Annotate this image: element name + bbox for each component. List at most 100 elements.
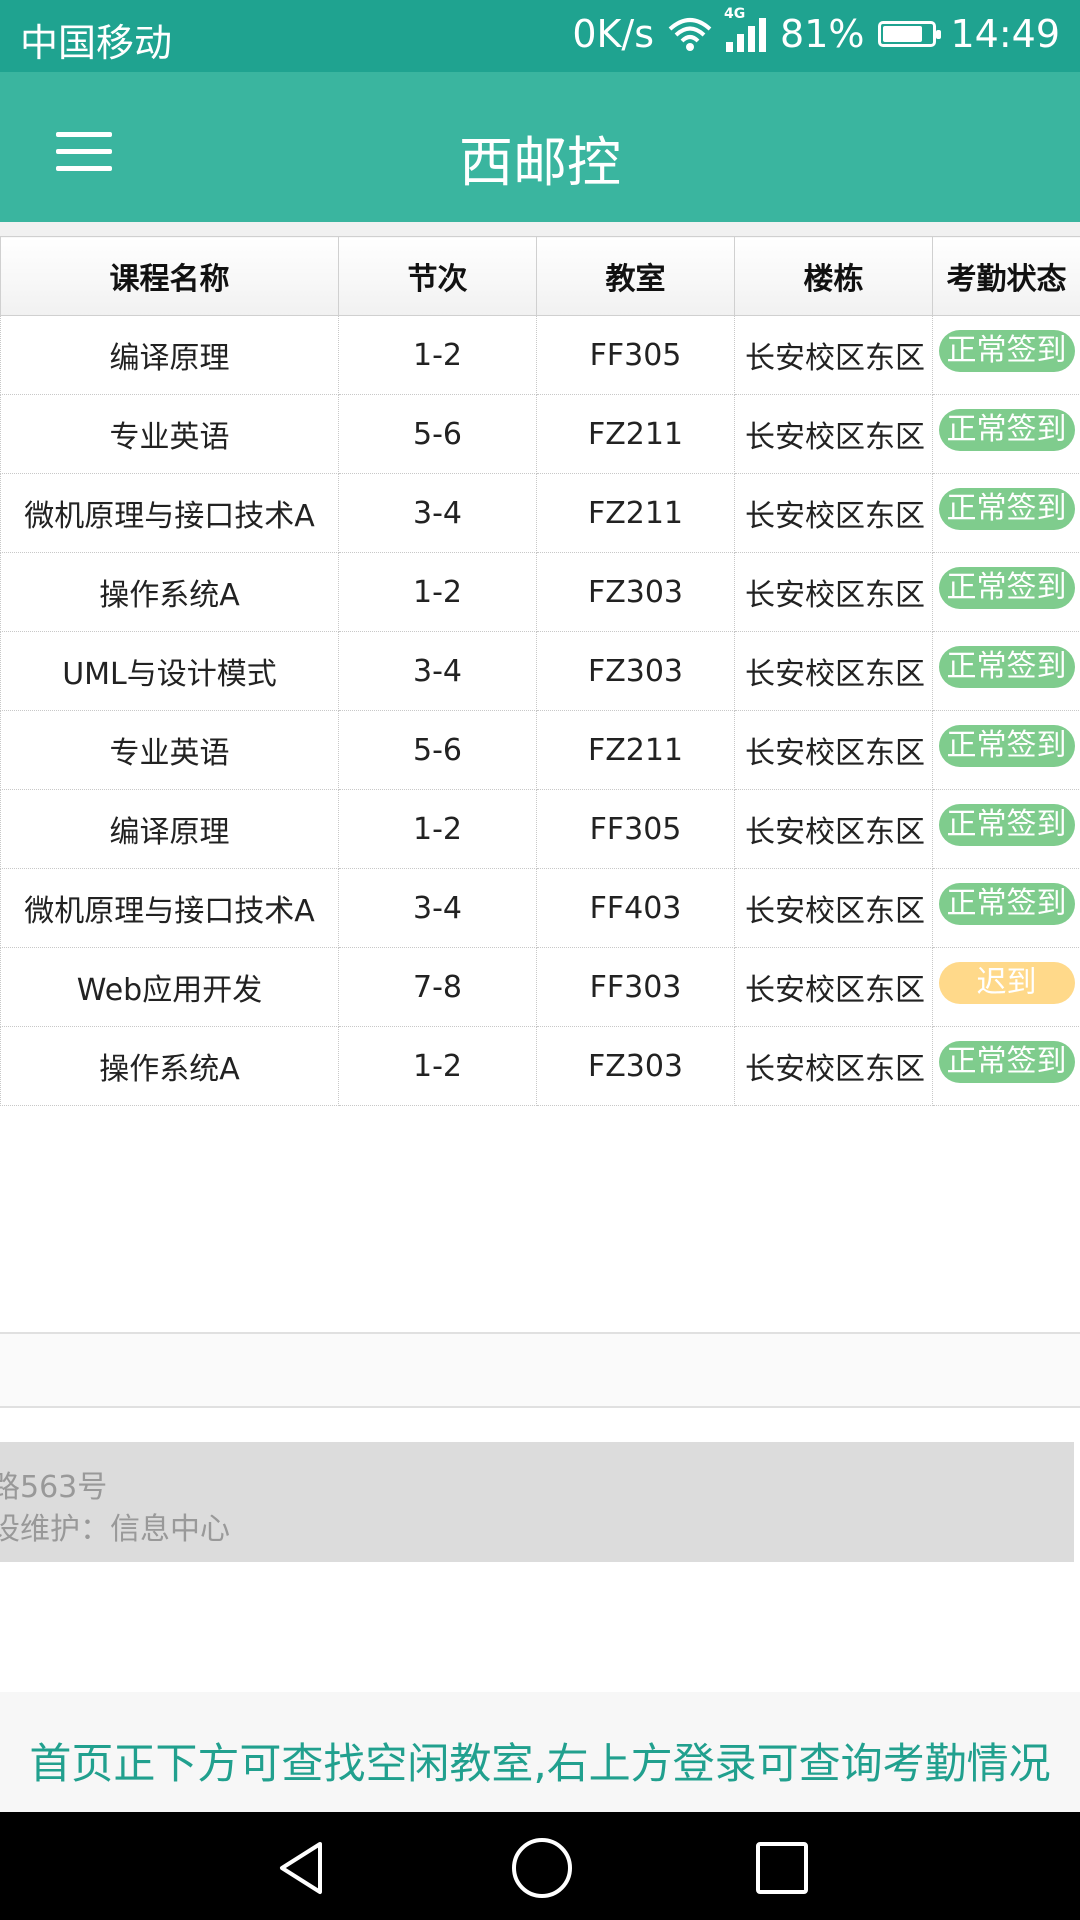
header-status: 考勤状态: [932, 236, 1080, 316]
battery-icon: [878, 21, 942, 47]
divider: [0, 222, 1080, 236]
cell-course: 专业英语: [0, 394, 339, 474]
cell-course: 编译原理: [0, 789, 339, 869]
attendance-table: 课程名称 节次 教室 楼栋 考勤状态 编译原理 1-2 FF305 长安校区东区 正常签…: [0, 236, 1080, 1106]
table-row[interactable]: 微机原理与接口技术A 3-4 FF403 长安校区东区 正常签到: [0, 868, 1080, 948]
cell-course: UML与设计模式: [0, 631, 339, 711]
status-badge: 正常签到: [938, 883, 1075, 925]
cell-course: 微机原理与接口技术A: [0, 868, 339, 948]
cell-course: 编译原理: [0, 315, 339, 395]
tip-text: 首页正下方可查找空闲教室,右上方登录可查询考勤情况: [29, 1739, 1051, 1788]
status-badge: 正常签到: [938, 409, 1075, 451]
table-header-row: 课程名称 节次 教室 楼栋 考勤状态: [0, 236, 1080, 316]
header-period: 节次: [338, 236, 537, 316]
cell-status: 正常签到: [932, 789, 1080, 869]
table-row[interactable]: 微机原理与接口技术A 3-4 FZ211 长安校区东区 正常签到: [0, 473, 1080, 553]
cell-room: FF303: [536, 947, 735, 1027]
carrier-name: 中国移动: [20, 21, 173, 65]
cell-building: 长安校区东区: [734, 315, 933, 395]
page-title: 西邮控: [459, 131, 621, 194]
network-type: 4G: [724, 6, 746, 22]
table-row[interactable]: 操作系统A 1-2 FZ303 长安校区东区 正常签到: [0, 1026, 1080, 1106]
cell-period: 5-6: [338, 710, 537, 790]
cell-period: 3-4: [338, 473, 537, 553]
cell-course: 微机原理与接口技术A: [0, 473, 339, 553]
status-badge: 正常签到: [938, 646, 1075, 688]
header-room: 教室: [536, 236, 735, 316]
cell-building: 长安校区东区: [734, 552, 933, 632]
cell-course: 专业英语: [0, 710, 339, 790]
status-badge: 正常签到: [938, 488, 1075, 530]
clock: 14:49: [950, 12, 1060, 56]
cell-building: 长安校区东区: [734, 394, 933, 474]
cell-status: 迟到: [932, 947, 1080, 1027]
cell-status: 正常签到: [932, 868, 1080, 948]
cell-building: 长安校区东区: [734, 473, 933, 553]
cell-building: 长安校区东区: [734, 789, 933, 869]
cell-period: 1-2: [338, 552, 537, 632]
cell-room: FF305: [536, 789, 735, 869]
status-badge: 正常签到: [938, 725, 1075, 767]
cell-status: 正常签到: [932, 710, 1080, 790]
header-course: 课程名称: [0, 236, 339, 316]
status-icons: 0K/s 4G 81% 14:49: [572, 6, 1060, 56]
table-row[interactable]: 操作系统A 1-2 FZ303 长安校区东区 正常签到: [0, 552, 1080, 632]
cell-period: 1-2: [338, 1026, 537, 1106]
cell-status: 正常签到: [932, 473, 1080, 553]
cell-status: 正常签到: [932, 394, 1080, 474]
back-icon[interactable]: [276, 1840, 326, 1896]
cell-period: 7-8: [338, 947, 537, 1027]
table-row[interactable]: UML与设计模式 3-4 FZ303 长安校区东区 正常签到: [0, 631, 1080, 711]
status-badge: 正常签到: [938, 567, 1075, 609]
header-building: 楼栋: [734, 236, 933, 316]
cell-status: 正常签到: [932, 552, 1080, 632]
cell-building: 长安校区东区: [734, 947, 933, 1027]
wifi-icon: [668, 18, 712, 51]
cell-building: 长安校区东区: [734, 631, 933, 711]
table-row[interactable]: 编译原理 1-2 FF305 长安校区东区 正常签到: [0, 315, 1080, 395]
navigation-bar: [0, 1812, 1080, 1920]
cell-room: FZ211: [536, 710, 735, 790]
cell-period: 3-4: [338, 631, 537, 711]
cell-status: 正常签到: [932, 315, 1080, 395]
cell-room: FZ303: [536, 552, 735, 632]
table-row[interactable]: 编译原理 1-2 FF305 长安校区东区 正常签到: [0, 789, 1080, 869]
cell-period: 3-4: [338, 868, 537, 948]
cell-room: FZ303: [536, 631, 735, 711]
cell-status: 正常签到: [932, 631, 1080, 711]
table-row[interactable]: 专业英语 5-6 FZ211 长安校区东区 正常签到: [0, 710, 1080, 790]
cell-course: 操作系统A: [0, 552, 339, 632]
net-speed: 0K/s: [572, 12, 655, 56]
footer-maintainer: 设维护：信息中心: [0, 1512, 230, 1547]
cell-building: 长安校区东区: [734, 710, 933, 790]
footer-address: 路563号: [0, 1470, 108, 1505]
cell-period: 1-2: [338, 315, 537, 395]
cell-period: 5-6: [338, 394, 537, 474]
table-row[interactable]: Web应用开发 7-8 FF303 长安校区东区 迟到: [0, 947, 1080, 1027]
footer-info: 路563号 设维护：信息中心: [0, 1442, 1074, 1562]
cell-building: 长安校区东区: [734, 1026, 933, 1106]
cell-status: 正常签到: [932, 1026, 1080, 1106]
home-icon[interactable]: [512, 1838, 572, 1898]
status-badge: 正常签到: [938, 1041, 1075, 1083]
blank-strip: [0, 1332, 1080, 1408]
status-badge: 正常签到: [938, 330, 1075, 372]
table-row[interactable]: 专业英语 5-6 FZ211 长安校区东区 正常签到: [0, 394, 1080, 474]
status-badge: 正常签到: [938, 804, 1075, 846]
cell-building: 长安校区东区: [734, 868, 933, 948]
status-badge: 迟到: [938, 962, 1075, 1004]
tip-bar: 首页正下方可查找空闲教室,右上方登录可查询考勤情况: [0, 1692, 1080, 1812]
battery-fill: [883, 26, 923, 42]
recent-apps-icon[interactable]: [756, 1842, 808, 1894]
cell-room: FF403: [536, 868, 735, 948]
cell-room: FZ211: [536, 473, 735, 553]
cell-period: 1-2: [338, 789, 537, 869]
status-bar: 中国移动 0K/s 4G 81% 14:49: [0, 0, 1080, 72]
cell-room: FZ303: [536, 1026, 735, 1106]
cell-course: Web应用开发: [0, 947, 339, 1027]
cell-room: FF305: [536, 315, 735, 395]
cell-room: FZ211: [536, 394, 735, 474]
cell-course: 操作系统A: [0, 1026, 339, 1106]
cell-signal-icon: 4G: [724, 6, 767, 52]
app-bar: 西邮控: [0, 72, 1080, 222]
